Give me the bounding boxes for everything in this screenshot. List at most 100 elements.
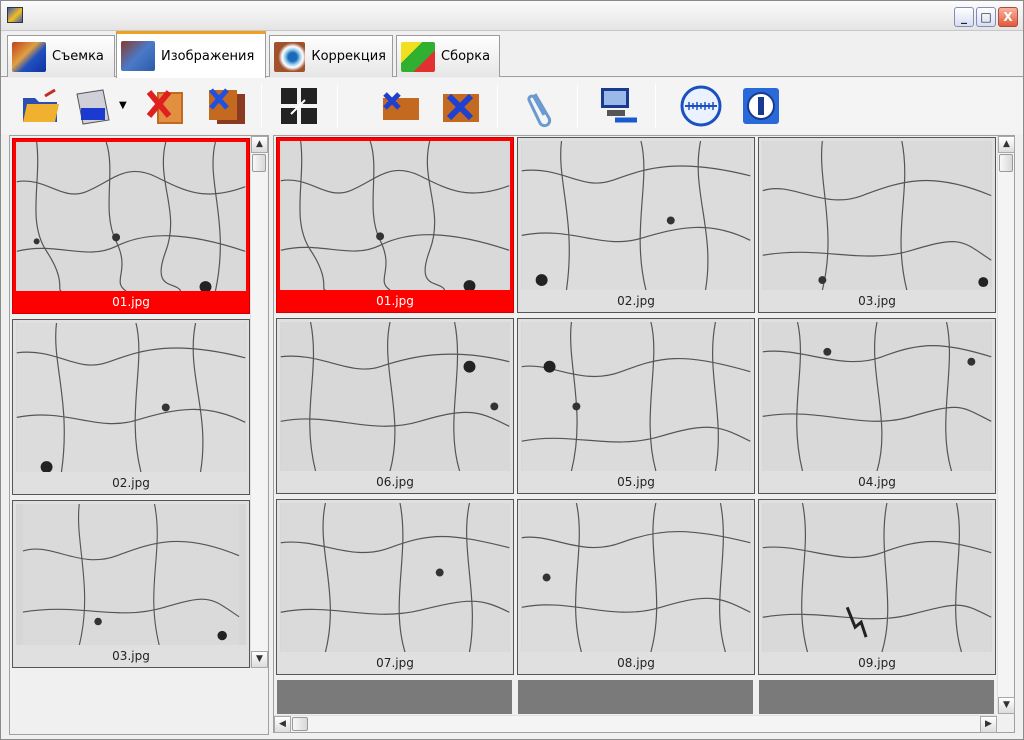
scroll-up-button[interactable]: ▲ [998,136,1015,153]
close-button[interactable]: X [998,7,1018,27]
toolbar-separator [337,84,338,128]
tab-label: Сборка [441,49,491,64]
gallery-item[interactable]: 02.jpg [517,137,755,313]
list-item[interactable]: 01.jpg [12,138,250,314]
minimize-button[interactable]: _ [954,7,974,27]
delete-image-button[interactable] [143,84,187,128]
gallery-item[interactable]: 01.jpg [276,137,514,313]
micrograph-thumbnail [280,322,510,471]
scroll-right-button[interactable]: ▶ [980,716,997,733]
tab-label: Изображения [161,48,255,64]
delete-all-button[interactable] [439,84,483,128]
gallery-item[interactable]: 03.jpg [758,137,996,313]
tab-bar: Съемка Изображения Коррекция Сборка [1,31,1023,78]
tab-label: Съемка [52,49,104,64]
tab-images[interactable]: Изображения [116,31,266,78]
eye-icon [274,41,306,72]
scroll-left-button[interactable]: ◀ [274,716,291,733]
toolbar-separator [261,84,262,128]
item-caption: 03.jpg [858,294,896,308]
images-icon [121,41,155,71]
item-caption: 02.jpg [112,476,150,490]
empty-thumbnail-slot [759,680,994,714]
item-caption: 03.jpg [112,649,150,663]
gallery-item[interactable]: 09.jpg [758,499,996,675]
vertical-scrollbar[interactable]: ▲ ▼ [997,136,1015,714]
cube-icon [401,41,435,72]
scrollbar-thumb[interactable] [999,154,1013,172]
gallery-item[interactable]: 04.jpg [758,318,996,494]
delete-selected-button[interactable] [379,84,423,128]
gallery-panel: 01.jpg 02.jpg 03.jpg 06.jpg 05.jpg 04.jp… [273,135,1015,733]
scanner-dropdown[interactable]: ▼ [119,84,133,128]
delete-all-icon [443,93,479,122]
arrange-button[interactable] [277,84,321,128]
tab-capture[interactable]: Съемка [7,35,115,77]
micrograph-thumbnail [16,323,246,472]
item-caption: 09.jpg [858,656,896,670]
item-caption: 06.jpg [376,475,414,489]
gallery-item[interactable]: 08.jpg [517,499,755,675]
toolbar: ▼ [1,78,1023,134]
info-button[interactable] [739,84,783,128]
gallery-item[interactable]: 06.jpg [276,318,514,494]
delete-stack-button[interactable] [205,84,249,128]
item-caption: 04.jpg [858,475,896,489]
micrograph-thumbnail [521,141,751,290]
title-bar[interactable]: _ □ X [1,1,1023,31]
micrograph-thumbnail [14,140,248,293]
app-icon[interactable] [7,7,23,23]
scanner-icon [76,89,110,125]
info-icon [743,88,779,124]
grid-arrange-icon [281,88,317,124]
micrograph-thumbnail [280,503,510,652]
item-caption: 02.jpg [617,294,655,308]
scanner-button[interactable] [71,84,115,128]
scale-button[interactable] [679,84,723,128]
item-caption: 01.jpg [376,294,414,308]
image-list-panel: 01.jpg 02.jpg 03.jpg ▲ ▼ [9,135,269,735]
item-caption: 08.jpg [617,656,655,670]
toolbar-separator [655,84,656,128]
micrograph-thumbnail [521,322,751,471]
item-caption: 07.jpg [376,656,414,670]
micrograph-thumbnail [762,503,992,652]
scrollbar-thumb[interactable] [252,154,266,172]
scroll-down-button[interactable]: ▼ [998,697,1015,714]
device-settings-button[interactable] [597,84,641,128]
computer-wrench-icon [601,88,637,123]
scale-ruler-icon [680,85,722,127]
paperclip-icon [527,93,552,128]
application-window: _ □ X Съемка Изображения Коррекция Сборк… [0,0,1024,740]
delete-selected-icon [383,92,419,120]
microscope-icon [12,41,46,72]
gallery-item[interactable]: 07.jpg [276,499,514,675]
list-item[interactable]: 03.jpg [12,500,250,668]
horizontal-scrollbar[interactable]: ◀ ▶ [274,715,997,733]
item-caption: 05.jpg [617,475,655,489]
list-item[interactable]: 02.jpg [12,319,250,495]
delete-stack-icon [209,88,245,124]
item-caption: 01.jpg [112,295,150,309]
micrograph-thumbnail [521,503,751,652]
tab-correction[interactable]: Коррекция [269,35,393,77]
gallery-item[interactable]: 05.jpg [517,318,755,494]
scroll-up-button[interactable]: ▲ [251,136,268,153]
attach-button[interactable] [521,84,565,128]
micrograph-thumbnail [762,141,992,290]
scrollbar-thumb[interactable] [292,717,308,731]
delete-image-icon [146,90,183,124]
scroll-down-button[interactable]: ▼ [251,651,268,668]
toolbar-separator [577,84,578,128]
open-folder-icon [23,88,59,122]
open-folder-button[interactable] [19,84,63,128]
empty-thumbnail-slot [518,680,753,714]
tab-label: Коррекция [311,49,386,64]
micrograph-thumbnail [16,504,246,645]
vertical-scrollbar[interactable]: ▲ ▼ [250,136,268,668]
tab-assembly[interactable]: Сборка [396,35,500,77]
maximize-button[interactable]: □ [976,7,996,27]
micrograph-thumbnail [278,139,512,292]
toolbar-separator [497,84,498,128]
empty-thumbnail-slot [277,680,512,714]
